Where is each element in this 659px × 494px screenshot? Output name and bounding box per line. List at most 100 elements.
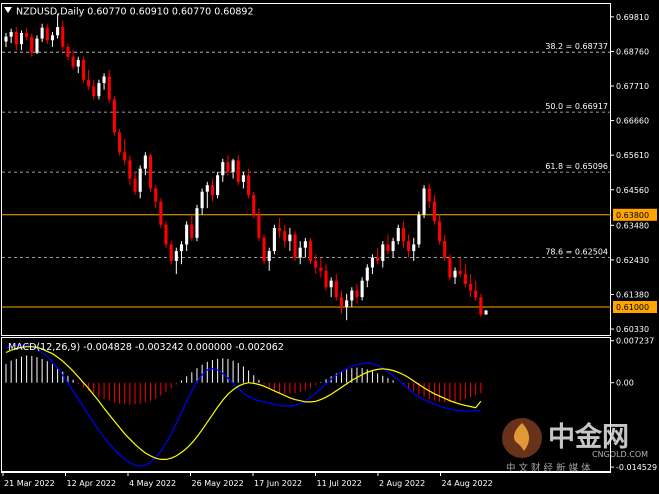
candle-body-77	[401, 227, 405, 242]
time-tick-label-7: 24 Aug 2022	[442, 479, 493, 488]
candle-body-10	[56, 27, 60, 36]
candle-body-82	[427, 188, 431, 202]
time-tick-label-3: 26 May 2022	[192, 479, 244, 488]
candle-body-58	[303, 241, 307, 248]
candle-body-55	[288, 234, 292, 242]
candle-body-88	[458, 270, 462, 275]
candle-body-39	[205, 185, 209, 192]
price-tick-label-3: 0.66660	[616, 117, 649, 126]
watermark-url: CNGOLD.COM	[592, 450, 648, 459]
candle-body-47	[247, 175, 251, 196]
price-tick-label-7: 0.62430	[616, 256, 649, 265]
price-tick-label-0: 0.69810	[616, 13, 649, 22]
candle-body-87	[453, 270, 457, 278]
candle-body-2	[14, 31, 18, 45]
fib-label-2: 61.8 = 0.65096	[545, 162, 608, 171]
candle-body-84	[438, 221, 442, 242]
candle-body-40	[210, 185, 214, 196]
time-tick-label-6: 2 Aug 2022	[379, 479, 425, 488]
candle-body-71	[370, 257, 374, 268]
candle-body-51	[267, 251, 271, 261]
candle-body-6	[35, 38, 39, 53]
price-tick-label-8: 0.61380	[616, 290, 649, 299]
candle-body-80	[417, 214, 421, 245]
macd-tick-label-1: 0.00	[616, 379, 634, 388]
candle-body-83	[432, 201, 436, 222]
candle-body-22	[118, 132, 122, 153]
candle-body-54	[283, 231, 287, 242]
candle-body-73	[381, 244, 385, 261]
candle-body-23	[123, 152, 127, 161]
symbol-header: NZDUSD,Daily 0.60770 0.60910 0.60770 0.6…	[16, 7, 254, 18]
chart-window[interactable]: 38.2 = 0.68737 50.0 = 0.66917 61.8 = 0.650…	[0, 0, 659, 490]
candle-body-12	[66, 46, 70, 57]
fib-label-0: 38.2 = 0.68737	[545, 42, 608, 51]
candle-body-26	[138, 168, 142, 192]
candle-body-21	[112, 99, 116, 133]
candle-body-13	[71, 56, 75, 67]
candle-body-32	[169, 244, 173, 261]
candle-body-37	[195, 208, 199, 238]
candle-body-66	[345, 300, 349, 308]
candle-body-61	[319, 267, 323, 271]
price-tick-label-2: 0.67710	[616, 82, 649, 91]
candle-body-50	[262, 237, 266, 261]
candle-body-0	[4, 36, 8, 42]
candle-body-4	[25, 32, 29, 37]
candle-body-1	[9, 31, 13, 37]
candle-body-34	[179, 244, 184, 252]
candle-body-42	[221, 162, 225, 176]
candle-body-15	[81, 59, 85, 80]
candle-body-90	[468, 283, 473, 291]
time-tick-label-0: 21 Mar 2022	[4, 479, 55, 488]
candle-body-59	[308, 241, 313, 261]
watermark-slogan: 中 文 财 经 新 媒 体	[506, 462, 591, 474]
candle-body-7	[40, 27, 44, 39]
candle-body-56	[293, 234, 297, 258]
price-tick-label-1: 0.68760	[616, 47, 649, 56]
macd-tick-label-0: 0.007237	[616, 337, 654, 346]
candle-body-69	[360, 280, 364, 298]
candle-body-19	[102, 76, 106, 84]
candle-body-49	[257, 214, 261, 238]
candle-body-79	[412, 244, 416, 252]
candle-body-18	[97, 83, 101, 97]
candle-body-91	[474, 290, 478, 298]
candle-body-27	[143, 155, 147, 169]
candle-body-46	[241, 175, 245, 182]
candle-body-57	[298, 247, 302, 258]
candle-body-41	[216, 175, 220, 196]
candle-body-3	[19, 32, 24, 45]
candle-body-52	[272, 227, 276, 252]
candle-body-89	[463, 274, 467, 284]
candle-body-20	[107, 76, 111, 100]
price-level-label-1: 0.61000	[616, 303, 649, 312]
candle-body-62	[324, 270, 328, 288]
time-tick-label-2: 4 May 2022	[129, 479, 176, 488]
candle-body-24	[128, 160, 132, 179]
time-tick-label-5: 11 Jul 2022	[317, 479, 362, 488]
watermark-brand: 中金网	[548, 421, 629, 453]
candle-body-60	[314, 260, 318, 268]
candle-body-45	[236, 160, 240, 182]
candle-body-63	[329, 280, 333, 288]
price-tick-label-5: 0.64560	[616, 186, 649, 195]
candle-body-85	[443, 241, 447, 258]
candle-body-14	[76, 59, 80, 67]
candle-body-33	[174, 251, 178, 261]
candle-body-28	[148, 155, 153, 189]
candle-body-38	[200, 191, 204, 209]
fib-label-1: 50.0 = 0.66917	[545, 102, 608, 111]
time-tick-label-1: 12 Apr 2022	[67, 479, 116, 488]
price-level-label-0: 0.63800	[616, 211, 649, 220]
price-tick-label-9: 0.60330	[616, 325, 649, 334]
price-tick-label-6: 0.63480	[616, 221, 649, 230]
candle-body-70	[365, 267, 369, 281]
time-tick-label-4: 17 Jun 2022	[254, 479, 302, 488]
candle-body-78	[407, 241, 411, 252]
candle-body-11	[61, 27, 65, 47]
candle-body-48	[252, 195, 256, 215]
candle-body-16	[87, 79, 91, 87]
candle-body-72	[376, 257, 380, 261]
candle-body-93	[484, 310, 488, 315]
